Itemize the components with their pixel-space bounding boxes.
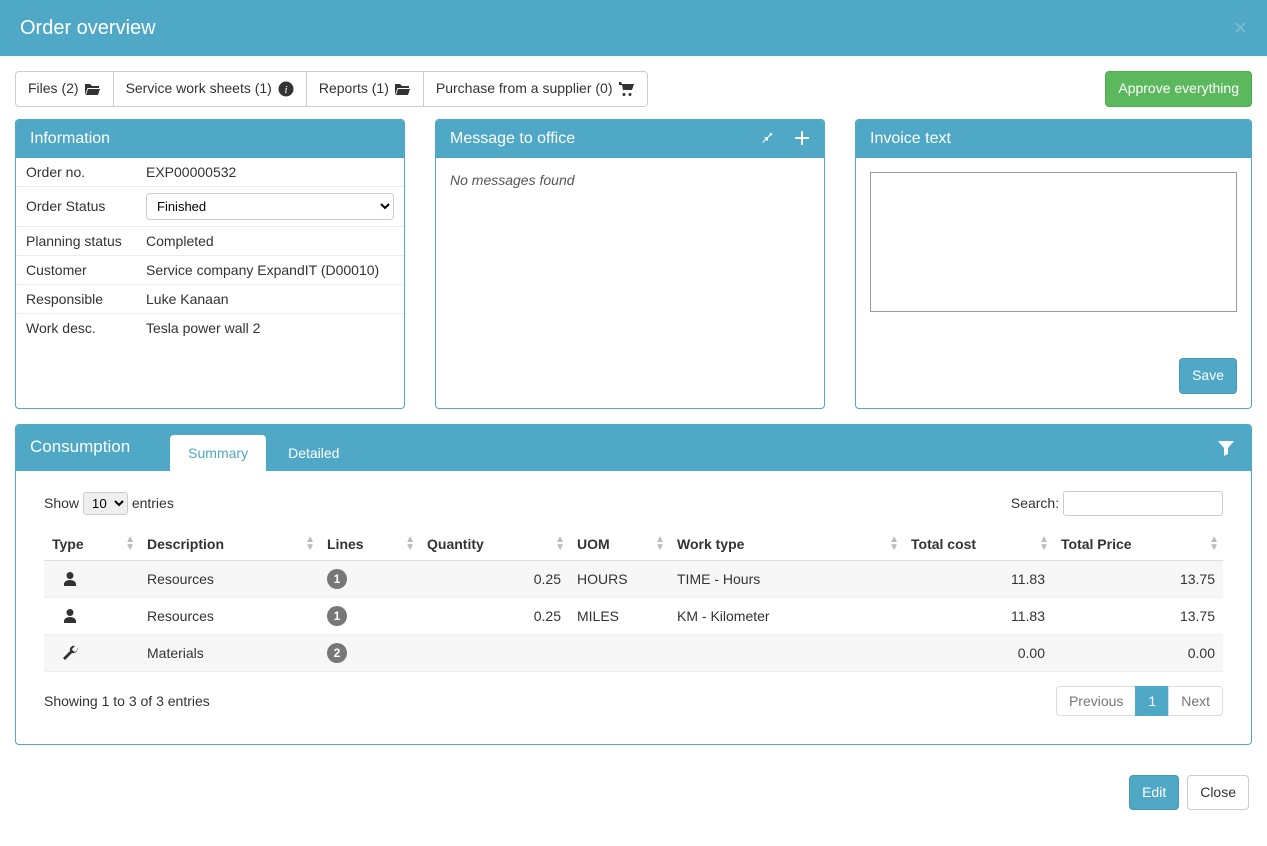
pager-previous[interactable]: Previous (1056, 686, 1136, 716)
purchase-from-supplier-button[interactable]: Purchase from a supplier (0) (423, 71, 648, 107)
col-description[interactable]: Description▲▼ (139, 528, 319, 561)
toolbar: Files (2) Service work sheets (1) i Repo… (15, 71, 1252, 107)
person-icon (62, 607, 78, 623)
cell-total-price: 13.75 (1053, 560, 1223, 597)
filter-icon[interactable] (1217, 439, 1235, 457)
cell-total-price: 0.00 (1053, 634, 1223, 671)
col-uom[interactable]: UOM▲▼ (569, 528, 669, 561)
cell-description: Resources (139, 560, 319, 597)
cell-work-type (669, 634, 903, 671)
information-heading: Information (30, 130, 110, 148)
shopping-cart-icon (619, 79, 635, 99)
invoice-text-input[interactable] (870, 172, 1237, 312)
close-icon[interactable]: × (1234, 15, 1247, 41)
cell-work-type: KM - Kilometer (669, 597, 903, 634)
wrench-icon (62, 644, 78, 660)
tab-summary[interactable]: Summary (170, 435, 266, 471)
modal-footer: Edit Close (0, 760, 1267, 831)
page-length-select[interactable]: 10 (83, 492, 128, 515)
pager-next[interactable]: Next (1168, 686, 1223, 716)
value-planning-status: Completed (136, 226, 404, 255)
label-planning-status: Planning status (16, 226, 136, 255)
col-type[interactable]: Type▲▼ (44, 528, 139, 561)
cell-description: Resources (139, 597, 319, 634)
value-work-desc: Tesla power wall 2 (136, 313, 404, 342)
label-order-no: Order no. (16, 158, 136, 187)
invoice-heading: Invoice text (870, 130, 951, 148)
consumption-panel: Consumption Summary Detailed Show 10 (15, 424, 1252, 745)
invoice-panel: Invoice text Save (855, 119, 1252, 409)
label-responsible: Responsible (16, 284, 136, 313)
label-work-desc: Work desc. (16, 313, 136, 342)
showing-entries-text: Showing 1 to 3 of 3 entries (44, 693, 210, 709)
info-circle-icon: i (278, 79, 294, 99)
add-message-icon[interactable] (794, 130, 810, 148)
tab-detailed[interactable]: Detailed (270, 435, 357, 471)
modal-header: Order overview × (0, 0, 1267, 56)
cell-total-cost: 11.83 (903, 560, 1053, 597)
files-button[interactable]: Files (2) (15, 71, 114, 107)
edit-button[interactable]: Edit (1129, 775, 1179, 811)
value-order-no: EXP00000532 (136, 158, 404, 187)
table-row[interactable]: Resources10.25MILESKM - Kilometer11.8313… (44, 597, 1223, 634)
cell-quantity (419, 634, 569, 671)
cell-work-type: TIME - Hours (669, 560, 903, 597)
col-work-type[interactable]: Work type▲▼ (669, 528, 903, 561)
folder-open-icon (85, 79, 101, 99)
reports-button[interactable]: Reports (1) (306, 71, 424, 107)
value-responsible: Luke Kanaan (136, 284, 404, 313)
close-button[interactable]: Close (1187, 775, 1249, 811)
svg-text:i: i (284, 84, 287, 96)
label-order-status: Order Status (16, 186, 136, 226)
cell-quantity: 0.25 (419, 560, 569, 597)
value-customer: Service company ExpandIT (D00010) (136, 255, 404, 284)
show-label: Show (44, 495, 79, 511)
cell-description: Materials (139, 634, 319, 671)
col-total-price[interactable]: Total Price▲▼ (1053, 528, 1223, 561)
table-row[interactable]: Resources10.25HOURSTIME - Hours11.8313.7… (44, 560, 1223, 597)
entries-label: entries (132, 495, 174, 511)
no-messages-text: No messages found (436, 158, 824, 202)
cell-lines: 2 (319, 634, 419, 671)
folder-open-icon (395, 79, 411, 99)
search-input[interactable] (1063, 491, 1223, 516)
col-lines[interactable]: Lines▲▼ (319, 528, 419, 561)
cell-total-cost: 0.00 (903, 634, 1053, 671)
order-status-select[interactable]: Finished (146, 193, 394, 220)
table-row[interactable]: Materials2 0.000.00 (44, 634, 1223, 671)
consumption-table: Type▲▼ Description▲▼ Lines▲▼ Quantity▲▼ … (44, 528, 1223, 672)
cell-total-cost: 11.83 (903, 597, 1053, 634)
pin-message-icon[interactable] (760, 130, 776, 148)
pager-page-1[interactable]: 1 (1135, 686, 1169, 716)
label-customer: Customer (16, 255, 136, 284)
page-title: Order overview (20, 17, 156, 40)
messages-heading: Message to office (450, 130, 575, 148)
service-work-sheets-button[interactable]: Service work sheets (1) i (113, 71, 307, 107)
cell-lines: 1 (319, 597, 419, 634)
cell-uom (569, 634, 669, 671)
person-icon (62, 570, 78, 586)
cell-quantity: 0.25 (419, 597, 569, 634)
cell-lines: 1 (319, 560, 419, 597)
messages-panel: Message to office No messages found (435, 119, 825, 409)
cell-uom: MILES (569, 597, 669, 634)
col-total-cost[interactable]: Total cost▲▼ (903, 528, 1053, 561)
save-invoice-button[interactable]: Save (1179, 358, 1237, 394)
consumption-heading: Consumption (30, 437, 130, 471)
approve-everything-button[interactable]: Approve everything (1105, 71, 1252, 107)
information-panel: Information Order no. EXP00000532 Order … (15, 119, 405, 409)
search-label: Search: (1011, 495, 1059, 511)
col-quantity[interactable]: Quantity▲▼ (419, 528, 569, 561)
cell-total-price: 13.75 (1053, 597, 1223, 634)
cell-uom: HOURS (569, 560, 669, 597)
